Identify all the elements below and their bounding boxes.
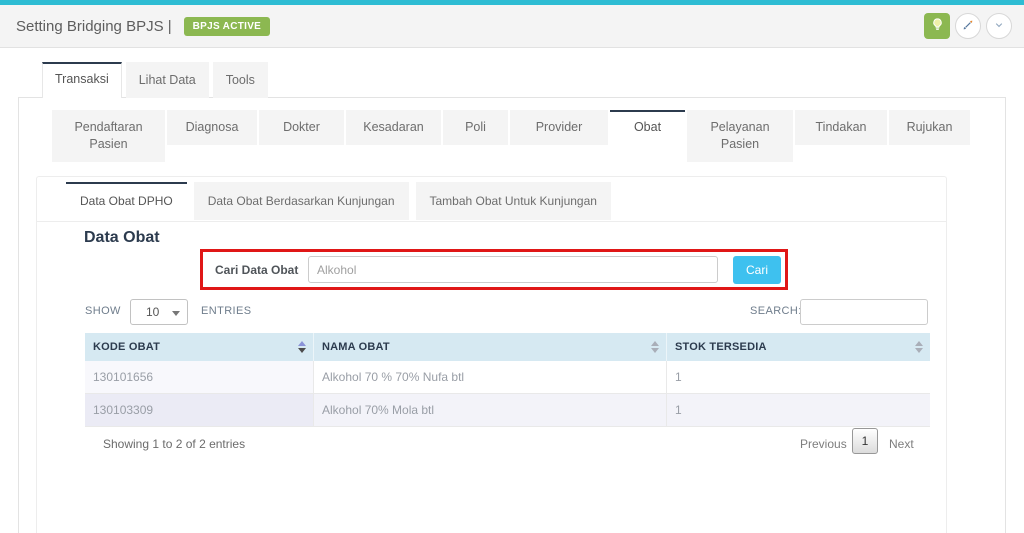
main-tab-bar: Transaksi Lihat Data Tools [42, 62, 272, 98]
column-header-kode-obat[interactable]: KODE OBAT [85, 333, 314, 361]
pagination-next[interactable]: Next [889, 437, 914, 451]
tab-diagnosa[interactable]: Diagnosa [167, 110, 257, 145]
page-length-select[interactable]: 10 [130, 299, 188, 325]
expand-window-button[interactable] [955, 13, 981, 39]
pagination-previous[interactable]: Previous [800, 437, 847, 451]
annotation-highlight-box: Cari Data Obat Cari [200, 249, 788, 290]
tab-poli[interactable]: Poli [443, 110, 508, 145]
cell-nama-obat: Alkohol 70% Mola btl [314, 394, 667, 426]
column-header-stok-tersedia[interactable]: STOK TERSEDIA [667, 333, 930, 361]
entries-label: ENTRIES [201, 305, 252, 317]
tab-kesadaran[interactable]: Kesadaran [346, 110, 441, 145]
cell-stok-tersedia: 1 [675, 403, 682, 417]
hint-lightbulb-button[interactable] [924, 13, 950, 39]
module-tab-bar: Pendaftaran Pasien Diagnosa Dokter Kesad… [52, 110, 972, 162]
sort-icon-asc-active [298, 341, 306, 353]
cari-data-obat-input[interactable] [308, 256, 718, 283]
cell-stok-tersedia: 1 [675, 370, 682, 384]
header-actions [924, 13, 1012, 39]
table-search-label: SEARCH: [750, 305, 802, 317]
tab-rujukan[interactable]: Rujukan [889, 110, 970, 145]
column-header-nama-obat[interactable]: NAMA OBAT [314, 333, 667, 361]
app-header-bar: Setting Bridging BPJS | BPJS ACTIVE [0, 5, 1024, 48]
tab-lihat-data[interactable]: Lihat Data [125, 62, 209, 98]
table-info-text: Showing 1 to 2 of 2 entries [103, 437, 246, 451]
cari-button[interactable]: Cari [733, 255, 781, 284]
tab-tindakan[interactable]: Tindakan [795, 110, 887, 145]
chevron-down-icon [992, 18, 1006, 35]
cell-kode-obat: 130101656 [85, 361, 314, 393]
tab-dokter[interactable]: Dokter [259, 110, 344, 145]
tab-tools[interactable]: Tools [212, 62, 268, 98]
section-heading: Data Obat [84, 229, 160, 246]
cari-data-obat-label: Cari Data Obat [215, 262, 299, 277]
sort-icon [915, 341, 923, 353]
tab-transaksi[interactable]: Transaksi [42, 62, 122, 98]
table-header-row: KODE OBAT NAMA OBAT STOK TERSEDIA [85, 333, 930, 361]
tab-pendaftaran-pasien[interactable]: Pendaftaran Pasien [52, 110, 165, 162]
tab-data-obat-dpho[interactable]: Data Obat DPHO [66, 182, 187, 220]
obat-table: KODE OBAT NAMA OBAT STOK TERSEDIA 130101… [85, 333, 930, 427]
lightbulb-icon [930, 17, 945, 35]
pagination-page-1[interactable]: 1 [852, 428, 878, 454]
sort-icon [651, 341, 659, 353]
tab-tambah-obat-untuk-kunjungan[interactable]: Tambah Obat Untuk Kunjungan [415, 182, 611, 220]
table-row: 130103309 Alkohol 70% Mola btl 1 [85, 394, 930, 427]
tab-obat[interactable]: Obat [610, 110, 685, 145]
cell-nama-obat: Alkohol 70 % 70% Nufa btl [314, 361, 667, 393]
tab-pelayanan-pasien[interactable]: Pelayanan Pasien [687, 110, 793, 162]
cell-kode-obat: 130103309 [85, 394, 314, 426]
show-label: SHOW [85, 305, 121, 317]
tab-provider[interactable]: Provider [510, 110, 608, 145]
page-length-value: 10 [146, 305, 160, 319]
status-badge: BPJS ACTIVE [183, 16, 271, 36]
table-search-input[interactable] [800, 299, 928, 325]
obat-tabstrip-divider [37, 221, 946, 222]
table-row: 130101656 Alkohol 70 % 70% Nufa btl 1 [85, 361, 930, 394]
collapse-panel-button[interactable] [986, 13, 1012, 39]
expand-arrows-icon [961, 18, 975, 35]
tab-data-obat-berdasarkan-kunjungan[interactable]: Data Obat Berdasarkan Kunjungan [193, 182, 409, 220]
obat-tab-bar: Data Obat DPHO Data Obat Berdasarkan Kun… [66, 182, 618, 220]
page-title: Setting Bridging BPJS | [16, 17, 172, 35]
select-caret-icon [172, 311, 180, 316]
